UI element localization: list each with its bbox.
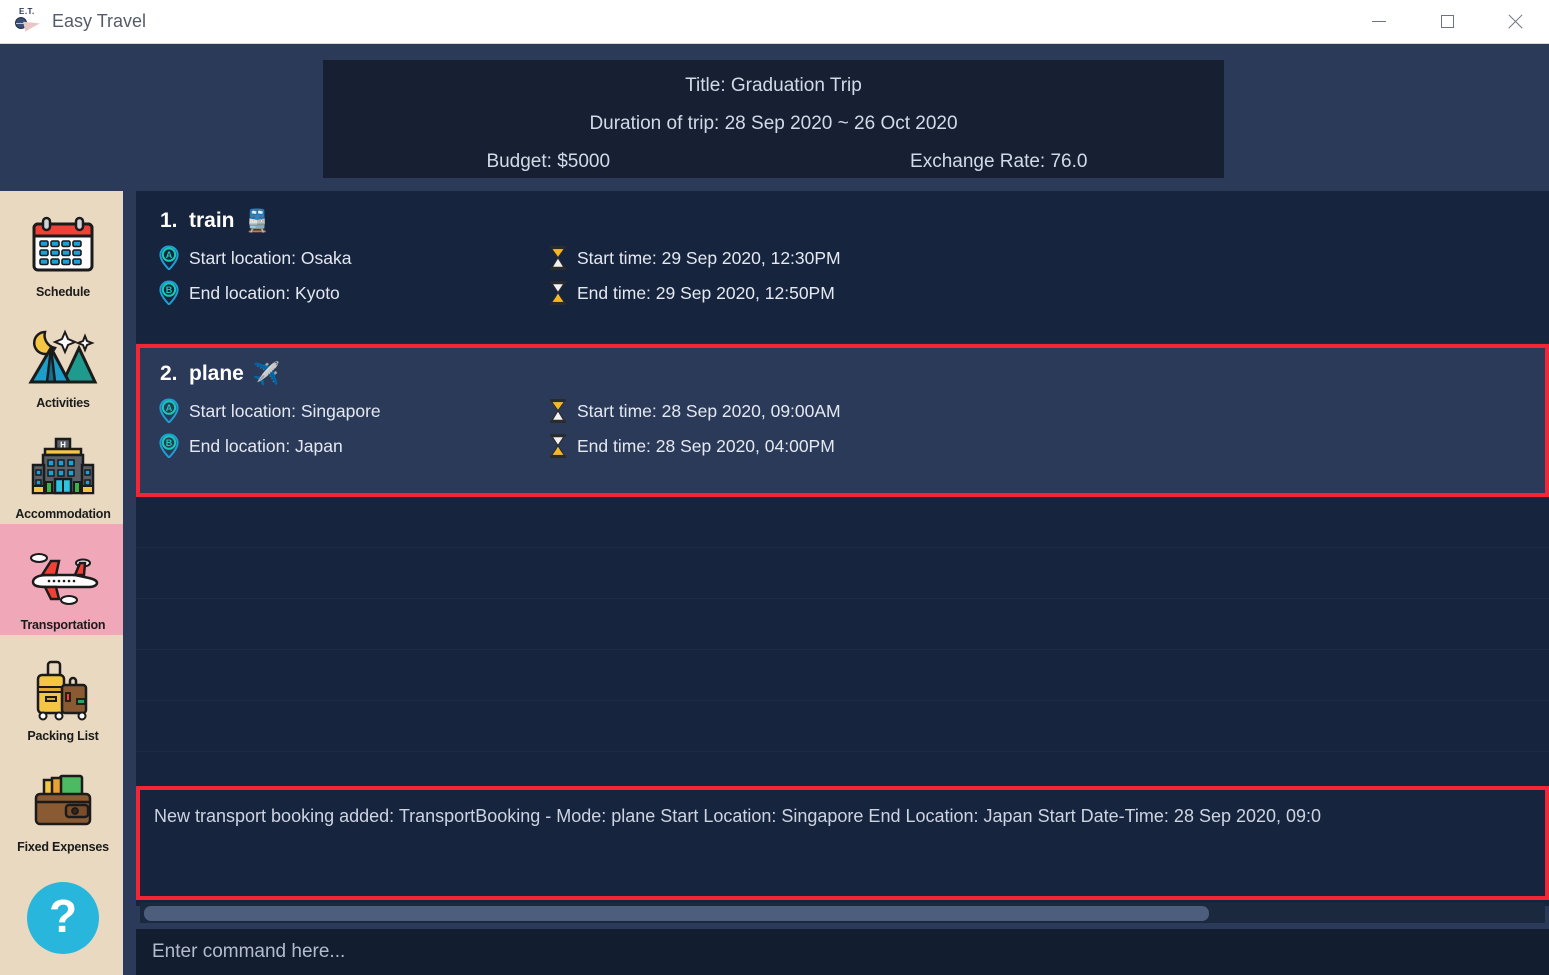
- command-input-bar[interactable]: Enter command here...: [136, 927, 1549, 975]
- start-location-field: A Start location: Osaka: [158, 245, 548, 271]
- list-item: [136, 650, 1549, 701]
- sidebar-item-label: Fixed Expenses: [17, 840, 109, 854]
- booking-time-column: Start time: 28 Sep 2020, 09:00AM End tim…: [548, 398, 841, 459]
- minimize-button[interactable]: [1345, 0, 1413, 44]
- booking-mode: train: [189, 209, 235, 232]
- booking-mode: plane: [189, 362, 244, 385]
- sidebar-item-activities[interactable]: Activities: [0, 302, 123, 413]
- close-button[interactable]: [1481, 0, 1549, 44]
- hourglass-end-icon: [548, 280, 568, 306]
- svg-text:B: B: [166, 285, 173, 295]
- booking-details: A Start location: Singapore B End locati…: [158, 398, 1545, 459]
- trip-duration: Duration of trip: 28 Sep 2020 ~ 26 Oct 2…: [589, 113, 958, 134]
- end-time-field: End time: 29 Sep 2020, 12:50PM: [548, 280, 841, 306]
- sidebar-item-label: Accommodation: [15, 507, 111, 521]
- help-button-container: ?: [0, 857, 123, 975]
- sidebar-item-label: Schedule: [36, 285, 90, 299]
- trip-budget: Budget: $5000: [486, 151, 611, 172]
- scrollbar-thumb[interactable]: [144, 906, 1209, 921]
- list-item: [136, 701, 1549, 752]
- trip-title: Title: Graduation Trip: [685, 75, 862, 96]
- trip-budget-row: Budget: $5000 Exchange Rate: 76.0: [323, 143, 1224, 181]
- hourglass-end-icon: [548, 433, 568, 459]
- list-item: [136, 548, 1549, 599]
- sidebar-item-packing-list[interactable]: Packing List: [0, 635, 123, 746]
- horizontal-scrollbar[interactable]: [140, 903, 1545, 923]
- end-location-text: End location: Kyoto: [189, 282, 340, 303]
- start-time-text: Start time: 29 Sep 2020, 12:30PM: [577, 247, 841, 268]
- trip-summary-panel: Title: Graduation Trip Duration of trip:…: [323, 60, 1224, 178]
- wallet-icon: [24, 762, 102, 840]
- start-time-text: Start time: 28 Sep 2020, 09:00AM: [577, 400, 841, 421]
- minimize-icon: [1372, 21, 1386, 22]
- title-bar: E.T. Easy Travel: [0, 0, 1549, 44]
- sidebar-item-label: Packing List: [27, 729, 99, 743]
- end-location-field: B End location: Kyoto: [158, 280, 548, 306]
- svg-text:B: B: [166, 438, 173, 448]
- pin-a-icon: A: [158, 245, 180, 271]
- airplane-emoji-icon: ✈️: [252, 361, 281, 386]
- end-location-text: End location: Japan: [189, 435, 343, 456]
- svg-text:A: A: [166, 403, 173, 413]
- status-log-message: New transport booking added: TransportBo…: [154, 806, 1322, 826]
- help-button[interactable]: ?: [27, 882, 99, 954]
- list-item: [136, 497, 1549, 548]
- booking-title: 1. train 🚆: [158, 201, 1549, 241]
- booking-row-plane[interactable]: 2. plane ✈️ A Start location: Singapore …: [136, 344, 1549, 497]
- command-input-placeholder[interactable]: Enter command here...: [152, 941, 345, 963]
- end-time-text: End time: 28 Sep 2020, 04:00PM: [577, 435, 835, 456]
- app-logo-text: E.T.: [19, 6, 35, 16]
- start-location-text: Start location: Singapore: [189, 400, 381, 421]
- sidebar-item-transportation[interactable]: Transportation: [0, 524, 123, 635]
- sidebar-item-fixed-expenses[interactable]: Fixed Expenses: [0, 746, 123, 857]
- start-location-text: Start location: Osaka: [189, 247, 352, 268]
- booking-time-column: Start time: 29 Sep 2020, 12:30PM End tim…: [548, 245, 841, 306]
- pin-b-icon: B: [158, 280, 180, 306]
- end-location-field: B End location: Japan: [158, 433, 548, 459]
- trip-exchange-rate: Exchange Rate: 76.0: [910, 151, 1088, 172]
- svg-text:A: A: [166, 250, 173, 260]
- maximize-button[interactable]: [1413, 0, 1481, 44]
- window-title: Easy Travel: [52, 11, 147, 31]
- booking-location-column: A Start location: Osaka B End location: …: [158, 245, 548, 306]
- airplane-icon: [24, 540, 102, 618]
- luggage-icon: [24, 651, 102, 729]
- pin-a-icon: A: [158, 398, 180, 424]
- maximize-icon: [1440, 15, 1454, 28]
- sidebar-item-accommodation[interactable]: H Accommodation: [0, 413, 123, 524]
- booking-number: 2.: [160, 362, 178, 385]
- end-time-field: End time: 28 Sep 2020, 04:00PM: [548, 433, 841, 459]
- start-time-field: Start time: 28 Sep 2020, 09:00AM: [548, 398, 841, 424]
- start-location-field: A Start location: Singapore: [158, 398, 548, 424]
- booking-title: 2. plane ✈️: [158, 354, 1545, 394]
- close-icon: [1507, 14, 1523, 30]
- hotel-icon: H: [24, 429, 102, 507]
- hourglass-start-icon: [548, 245, 568, 271]
- pin-b-icon: B: [158, 433, 180, 459]
- sidebar-item-label: Activities: [36, 396, 90, 410]
- window-controls: [1345, 0, 1549, 44]
- start-time-field: Start time: 29 Sep 2020, 12:30PM: [548, 245, 841, 271]
- hourglass-start-icon: [548, 398, 568, 424]
- end-time-text: End time: 29 Sep 2020, 12:50PM: [577, 282, 835, 303]
- status-log-panel: New transport booking added: TransportBo…: [136, 786, 1549, 900]
- booking-details: A Start location: Osaka B End location: …: [158, 245, 1549, 306]
- sidebar-item-schedule[interactable]: Schedule: [0, 191, 123, 302]
- sidebar-item-label: Transportation: [20, 618, 106, 632]
- train-icon: 🚆: [243, 208, 271, 233]
- booking-location-column: A Start location: Singapore B End locati…: [158, 398, 548, 459]
- booking-number: 1.: [160, 209, 178, 232]
- calendar-icon: [24, 207, 102, 285]
- list-item: [136, 599, 1549, 650]
- booking-row-train[interactable]: 1. train 🚆 A Start location: Osaka B End…: [136, 191, 1549, 344]
- app-logo-icon: E.T.: [10, 7, 44, 37]
- sidebar: Schedule Activities H Accommodation Tran…: [0, 191, 126, 975]
- easy-travel-window: E.T. Easy Travel Title: Graduation Trip …: [0, 0, 1549, 975]
- tent-icon: [24, 318, 102, 396]
